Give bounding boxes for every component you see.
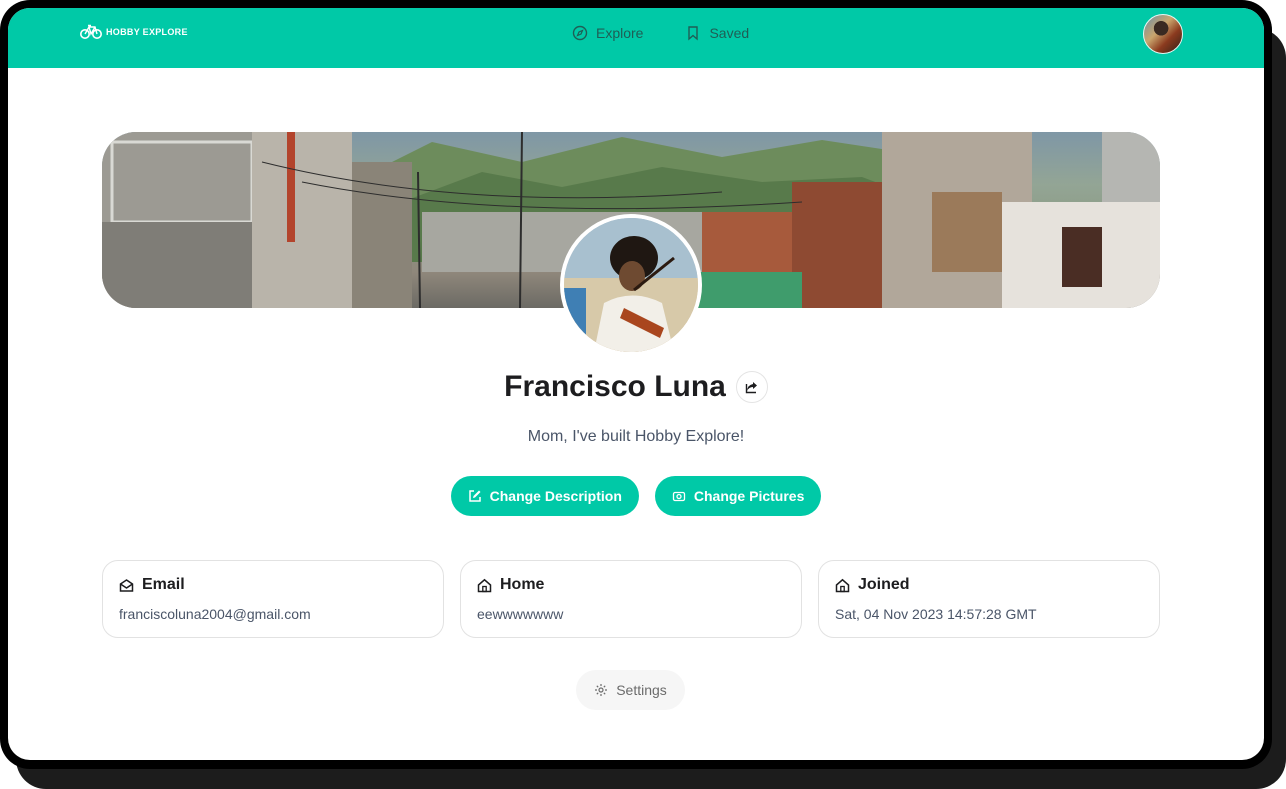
gear-icon bbox=[595, 684, 608, 696]
profile-picture-image bbox=[564, 218, 698, 352]
profile-description: Mom, I've built Hobby Explore! bbox=[527, 428, 745, 445]
joined-card-header: Joined bbox=[835, 576, 1143, 594]
email-card-title: Email bbox=[142, 576, 185, 593]
profile-picture bbox=[560, 214, 702, 356]
change-pictures-label: Change Pictures bbox=[693, 488, 805, 504]
home-card-header: Home bbox=[477, 576, 785, 594]
compass-icon bbox=[572, 25, 588, 41]
info-cards: Email franciscoluna2004@gmail.com Home e… bbox=[102, 560, 1160, 638]
home-value: eewwwwwww bbox=[477, 606, 564, 622]
top-nav: HOBBY EXPLORE Explore Saved bbox=[8, 8, 1264, 68]
joined-card-title: Joined bbox=[858, 576, 910, 593]
nav-link-explore-label: Explore bbox=[596, 25, 644, 41]
email-card-header: Email bbox=[119, 576, 427, 594]
nav-links: Explore Saved bbox=[572, 25, 749, 41]
profile-name-row: Francisco Luna bbox=[8, 370, 1264, 404]
joined-value: Sat, 04 Nov 2023 14:57:28 GMT bbox=[835, 606, 1037, 622]
change-pictures-button[interactable]: Change Pictures bbox=[654, 476, 822, 516]
logo[interactable]: HOBBY EXPLORE bbox=[80, 23, 188, 41]
change-description-label: Change Description bbox=[489, 488, 622, 504]
nav-link-saved[interactable]: Saved bbox=[685, 25, 749, 41]
browser-frame: HOBBY EXPLORE Explore Saved Francisco Lu… bbox=[0, 0, 1272, 769]
bookmark-icon bbox=[688, 26, 699, 41]
edit-icon bbox=[468, 490, 481, 502]
bicycle-icon bbox=[80, 24, 102, 39]
envelope-icon bbox=[119, 578, 134, 592]
nav-link-saved-label: Saved bbox=[709, 25, 750, 41]
logo-text: HOBBY EXPLORE bbox=[106, 27, 188, 37]
email-value: franciscoluna2004@gmail.com bbox=[119, 606, 311, 622]
home-card: Home eewwwwwww bbox=[460, 560, 802, 638]
app-screen: HOBBY EXPLORE Explore Saved Francisco Lu… bbox=[8, 8, 1264, 760]
home-icon bbox=[835, 578, 850, 592]
nav-link-explore[interactable]: Explore bbox=[572, 25, 643, 41]
home-icon bbox=[477, 578, 492, 592]
user-avatar[interactable] bbox=[1143, 14, 1183, 54]
settings-button[interactable]: Settings bbox=[576, 670, 685, 710]
share-profile-button[interactable] bbox=[735, 371, 768, 403]
settings-label: Settings bbox=[616, 682, 667, 698]
profile-name: Francisco Luna bbox=[504, 370, 726, 403]
camera-icon bbox=[672, 491, 686, 502]
joined-card: Joined Sat, 04 Nov 2023 14:57:28 GMT bbox=[818, 560, 1160, 638]
share-icon bbox=[745, 382, 757, 394]
email-card: Email franciscoluna2004@gmail.com bbox=[102, 560, 444, 638]
change-description-button[interactable]: Change Description bbox=[450, 476, 639, 516]
profile-actions: Change Description Change Pictures bbox=[8, 476, 1264, 516]
home-card-title: Home bbox=[500, 576, 545, 593]
